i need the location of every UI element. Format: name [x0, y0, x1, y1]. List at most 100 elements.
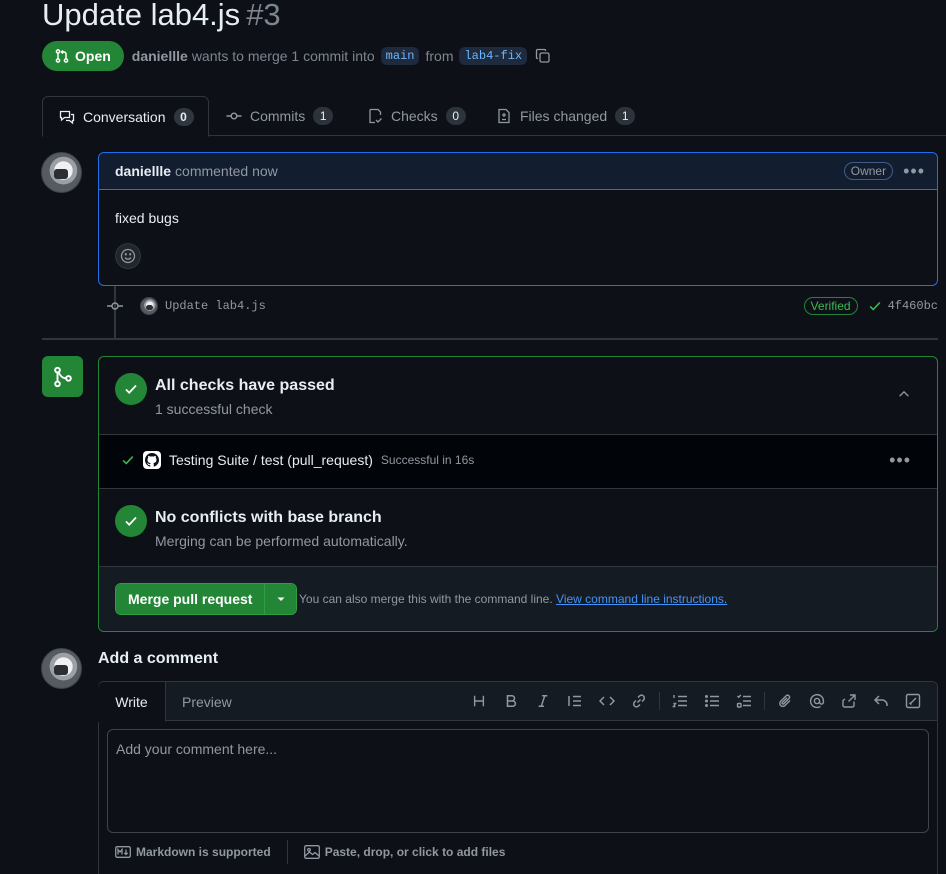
verified-badge[interactable]: Verified	[803, 297, 858, 315]
quote-icon[interactable]	[559, 690, 591, 712]
tab-conversation[interactable]: Conversation 0	[42, 96, 209, 137]
merge-box: All checks have passed 1 successful chec…	[98, 356, 938, 632]
merge-button-group: Merge pull request	[115, 583, 298, 615]
tab-checks[interactable]: Checks 0	[367, 96, 466, 136]
task-list-icon[interactable]	[728, 690, 760, 712]
avatar[interactable]	[41, 648, 82, 689]
mention-icon[interactable]	[801, 690, 833, 712]
chevron-up-icon[interactable]	[897, 387, 911, 401]
markdown-note: Markdown is supported	[136, 845, 271, 859]
tab-commits[interactable]: Commits 1	[226, 96, 334, 136]
check-status: Successful in 16s	[380, 453, 475, 467]
editor-footer: Markdown is supported Paste, drop, or cl…	[115, 840, 505, 864]
commit-sha[interactable]: 4f460bc	[868, 299, 938, 313]
page-title: Update lab4.js #3	[42, 0, 281, 36]
heading-icon[interactable]	[463, 690, 495, 712]
code-icon[interactable]	[591, 690, 623, 712]
pr-title: Update lab4.js	[42, 0, 241, 32]
comment-author[interactable]: daniellle	[115, 163, 171, 179]
toolbar-divider	[659, 692, 660, 710]
git-merge-icon	[42, 356, 83, 397]
reply-icon[interactable]	[865, 690, 897, 712]
author-link[interactable]: daniellle	[132, 48, 188, 64]
checks-title: All checks have passed	[155, 377, 335, 394]
file-diff-icon	[496, 108, 512, 124]
pr-meta: Open daniellle wants to merge 1 commit i…	[42, 41, 551, 71]
merge-method-dropdown[interactable]	[264, 584, 297, 614]
tab-count: 1	[313, 107, 334, 125]
conflicts-title: No conflicts with base branch	[155, 509, 382, 526]
check-circle-icon	[115, 505, 147, 537]
pr-number: #3	[246, 0, 281, 32]
tab-label: Checks	[391, 108, 438, 124]
comment-editor: Write Preview Add your comment here... M…	[98, 681, 938, 874]
paperclip-icon[interactable]	[769, 690, 801, 712]
git-pull-request-icon	[54, 48, 70, 64]
head-branch[interactable]: lab4-fix	[459, 47, 528, 65]
check-icon	[868, 299, 882, 313]
bold-icon[interactable]	[495, 690, 527, 712]
cross-reference-icon[interactable]	[833, 690, 865, 712]
italic-icon[interactable]	[527, 690, 559, 712]
state-badge: Open	[42, 41, 124, 71]
link-icon[interactable]	[623, 690, 655, 712]
toolbar-divider	[764, 692, 765, 710]
copy-icon[interactable]	[535, 48, 551, 64]
attach-files-button[interactable]: Paste, drop, or click to add files	[303, 845, 506, 859]
comment-body: fixed bugs	[115, 210, 179, 226]
git-commit-icon	[226, 108, 242, 124]
comment-box: daniellle commented now Owner ••• fixed …	[98, 152, 938, 286]
check-run-row[interactable]: Testing Suite / test (pull_request) Succ…	[99, 435, 937, 489]
commit-author-avatar[interactable]	[140, 297, 158, 315]
owner-badge: Owner	[843, 162, 894, 180]
sha-label: 4f460bc	[887, 299, 938, 313]
pr-tabs: Conversation 0 Commits 1 Checks 0 Files …	[42, 96, 946, 137]
tab-count: 1	[615, 107, 636, 125]
state-label: Open	[75, 48, 111, 64]
checks-subtitle: 1 successful check	[155, 401, 273, 417]
kebab-horizontal-icon[interactable]: •••	[889, 451, 911, 469]
conflicts-subtitle: Merging can be performed automatically.	[155, 533, 408, 549]
markdown-icon	[115, 846, 131, 858]
merge-text: wants to merge 1 commit into	[191, 48, 375, 64]
tab-label: Files changed	[520, 108, 608, 124]
tab-files-changed[interactable]: Files changed 1	[496, 96, 636, 136]
commit-message[interactable]: Update lab4.js	[165, 299, 266, 313]
base-branch[interactable]: main	[380, 47, 420, 65]
comment-discussion-icon	[59, 109, 75, 125]
timeline-commit: Update lab4.js Verified 4f460bc	[106, 296, 938, 316]
timeline-divider	[42, 338, 938, 340]
merge-actions: Merge pull request You can also merge th…	[99, 567, 937, 631]
merge-hint-text: You can also merge this with the command…	[299, 592, 553, 606]
ordered-list-icon[interactable]	[664, 690, 696, 712]
markdown-supported-link[interactable]: Markdown is supported	[115, 845, 271, 859]
fullscreen-edit-icon[interactable]	[897, 690, 929, 712]
tab-label: Conversation	[83, 108, 166, 125]
add-reaction-button[interactable]	[115, 243, 141, 269]
kebab-horizontal-icon[interactable]: •••	[903, 162, 925, 180]
check-circle-icon	[115, 373, 147, 405]
tab-count: 0	[173, 107, 194, 126]
merge-pull-request-button[interactable]: Merge pull request	[116, 584, 265, 614]
unordered-list-icon[interactable]	[696, 690, 728, 712]
check-icon	[121, 453, 135, 467]
from-text: from	[425, 48, 454, 64]
attach-note: Paste, drop, or click to add files	[324, 845, 506, 859]
checks-summary[interactable]: All checks have passed 1 successful chec…	[99, 357, 937, 435]
command-line-instructions-link[interactable]: View command line instructions.	[556, 592, 727, 606]
footer-divider	[286, 840, 288, 864]
comment-header: daniellle commented now Owner •••	[99, 153, 937, 190]
tab-preview[interactable]: Preview	[182, 682, 232, 721]
comment-time[interactable]: commented now	[175, 163, 278, 179]
triangle-down-icon	[276, 594, 286, 604]
editor-tabs: Write Preview	[98, 682, 937, 722]
check-run: Testing Suite / test (pull_request) Succ…	[121, 451, 474, 469]
git-commit-icon	[106, 297, 124, 315]
avatar[interactable]	[41, 152, 82, 193]
check-name[interactable]: Testing Suite / test (pull_request)	[169, 452, 373, 468]
checklist-icon	[367, 108, 383, 124]
image-icon	[303, 845, 320, 859]
comment-textarea[interactable]: Add your comment here...	[107, 729, 929, 833]
tab-count: 0	[445, 107, 466, 125]
tab-write[interactable]: Write	[98, 682, 166, 722]
